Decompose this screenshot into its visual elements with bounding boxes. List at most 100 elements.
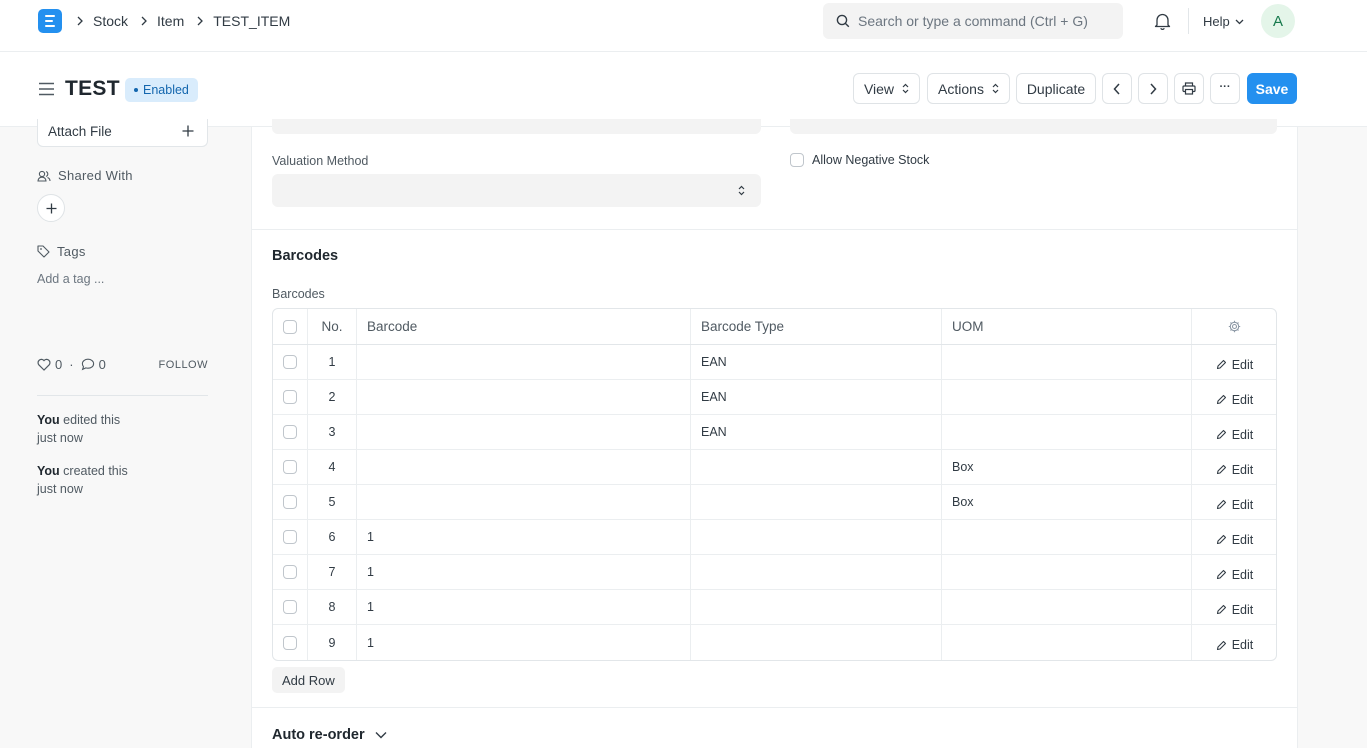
- barcode-cell[interactable]: 1: [357, 520, 691, 554]
- row-checkbox[interactable]: [283, 390, 297, 404]
- uom-cell[interactable]: [942, 415, 1192, 449]
- barcode-cell[interactable]: [357, 415, 691, 449]
- breadcrumb-stock[interactable]: Stock: [93, 13, 128, 29]
- row-checkbox[interactable]: [283, 565, 297, 579]
- barcode-cell[interactable]: [357, 450, 691, 484]
- table-row[interactable]: 5 Box Edit: [273, 485, 1276, 520]
- view-button[interactable]: View: [853, 73, 920, 104]
- gear-icon[interactable]: [1228, 320, 1241, 333]
- edit-row-button[interactable]: Edit: [1216, 358, 1253, 372]
- comment-count: 0: [98, 357, 106, 372]
- uom-cell[interactable]: [942, 625, 1192, 660]
- barcode-type-cell[interactable]: [691, 450, 942, 484]
- status-badge: Enabled: [125, 78, 198, 102]
- allow-negative-stock-checkbox[interactable]: [790, 153, 804, 167]
- edit-row-button[interactable]: Edit: [1216, 428, 1253, 442]
- row-checkbox[interactable]: [283, 425, 297, 439]
- field-input-partial[interactable]: [272, 119, 761, 134]
- previous-doc-button[interactable]: [1102, 73, 1132, 104]
- barcode-cell[interactable]: [357, 485, 691, 519]
- barcode-type-cell[interactable]: [691, 520, 942, 554]
- help-dropdown[interactable]: Help: [1203, 14, 1244, 29]
- table-row[interactable]: 6 1 Edit: [273, 520, 1276, 555]
- edit-row-button[interactable]: Edit: [1216, 638, 1253, 652]
- table-row[interactable]: 2 EAN Edit: [273, 380, 1276, 415]
- uom-cell[interactable]: Box: [942, 450, 1192, 484]
- sort-icon: [902, 83, 909, 94]
- follow-button[interactable]: FOLLOW: [159, 359, 208, 371]
- table-row[interactable]: 9 1 Edit: [273, 625, 1276, 660]
- edit-row-button[interactable]: Edit: [1216, 498, 1253, 512]
- uom-cell[interactable]: [942, 345, 1192, 379]
- heart-icon[interactable]: [37, 358, 51, 371]
- section-divider: [252, 229, 1297, 230]
- barcode-cell[interactable]: [357, 345, 691, 379]
- uom-cell[interactable]: [942, 555, 1192, 589]
- barcode-cell[interactable]: [357, 380, 691, 414]
- edit-row-button[interactable]: Edit: [1216, 603, 1253, 617]
- add-tag-link[interactable]: Add a tag ...: [37, 272, 104, 286]
- notification-bell-icon[interactable]: [1154, 12, 1171, 33]
- shared-with-heading: Shared With: [37, 168, 133, 183]
- auto-reorder-section[interactable]: Auto re-order: [272, 727, 387, 743]
- more-menu-button[interactable]: ···: [1210, 73, 1240, 104]
- avatar[interactable]: A: [1261, 4, 1295, 38]
- edit-row-button[interactable]: Edit: [1216, 463, 1253, 477]
- row-checkbox[interactable]: [283, 495, 297, 509]
- tags-label: Tags: [57, 244, 86, 259]
- row-checkbox[interactable]: [283, 635, 297, 650]
- add-share-button[interactable]: [37, 194, 65, 222]
- row-checkbox[interactable]: [283, 530, 297, 544]
- row-number: 3: [308, 415, 357, 449]
- barcode-type-cell[interactable]: [691, 590, 942, 624]
- barcode-cell[interactable]: 1: [357, 555, 691, 589]
- barcode-type-cell[interactable]: [691, 555, 942, 589]
- edit-row-button[interactable]: Edit: [1216, 393, 1253, 407]
- duplicate-button[interactable]: Duplicate: [1016, 73, 1096, 104]
- next-doc-button[interactable]: [1138, 73, 1168, 104]
- table-row[interactable]: 3 EAN Edit: [273, 415, 1276, 450]
- search-input[interactable]: [858, 3, 1113, 39]
- table-row[interactable]: 8 1 Edit: [273, 590, 1276, 625]
- search-bar[interactable]: [823, 3, 1123, 39]
- table-row[interactable]: 7 1 Edit: [273, 555, 1276, 590]
- valuation-method-select[interactable]: [272, 174, 761, 207]
- table-row[interactable]: 4 Box Edit: [273, 450, 1276, 485]
- comment-icon[interactable]: [81, 358, 95, 371]
- barcode-type-cell[interactable]: EAN: [691, 345, 942, 379]
- edit-row-button[interactable]: Edit: [1216, 568, 1253, 582]
- row-checkbox[interactable]: [283, 600, 297, 614]
- add-row-button[interactable]: Add Row: [272, 667, 345, 693]
- row-checkbox[interactable]: [283, 460, 297, 474]
- activity-time: just now: [37, 482, 83, 496]
- page-title: TEST: [65, 77, 120, 100]
- actions-button[interactable]: Actions: [927, 73, 1010, 104]
- uom-cell[interactable]: [942, 590, 1192, 624]
- uom-cell[interactable]: Box: [942, 485, 1192, 519]
- breadcrumb-item[interactable]: Item: [157, 13, 184, 29]
- app-logo[interactable]: [38, 9, 62, 33]
- barcode-type-cell[interactable]: EAN: [691, 380, 942, 414]
- column-header-no: No.: [308, 309, 357, 344]
- select-all-checkbox[interactable]: [283, 319, 297, 334]
- row-checkbox[interactable]: [283, 355, 297, 369]
- sidebar-toggle-icon[interactable]: [38, 82, 55, 99]
- barcode-cell[interactable]: 1: [357, 625, 691, 660]
- barcode-type-cell[interactable]: [691, 625, 942, 660]
- print-button[interactable]: [1174, 73, 1204, 104]
- allow-negative-stock-label: Allow Negative Stock: [812, 153, 930, 167]
- edit-row-button[interactable]: Edit: [1216, 533, 1253, 547]
- attach-file-button[interactable]: Attach File: [37, 119, 208, 147]
- chevron-right-icon: [196, 16, 204, 26]
- barcode-type-cell[interactable]: EAN: [691, 415, 942, 449]
- field-input-partial[interactable]: [790, 119, 1277, 134]
- uom-cell[interactable]: [942, 520, 1192, 554]
- barcode-type-cell[interactable]: [691, 485, 942, 519]
- uom-cell[interactable]: [942, 380, 1192, 414]
- breadcrumb-current[interactable]: TEST_ITEM: [213, 13, 290, 29]
- save-button[interactable]: Save: [1247, 73, 1297, 104]
- table-row[interactable]: 1 EAN Edit: [273, 345, 1276, 380]
- breadcrumb: Stock Item TEST_ITEM: [76, 13, 302, 29]
- barcode-cell[interactable]: 1: [357, 590, 691, 624]
- tags-heading: Tags: [37, 244, 86, 259]
